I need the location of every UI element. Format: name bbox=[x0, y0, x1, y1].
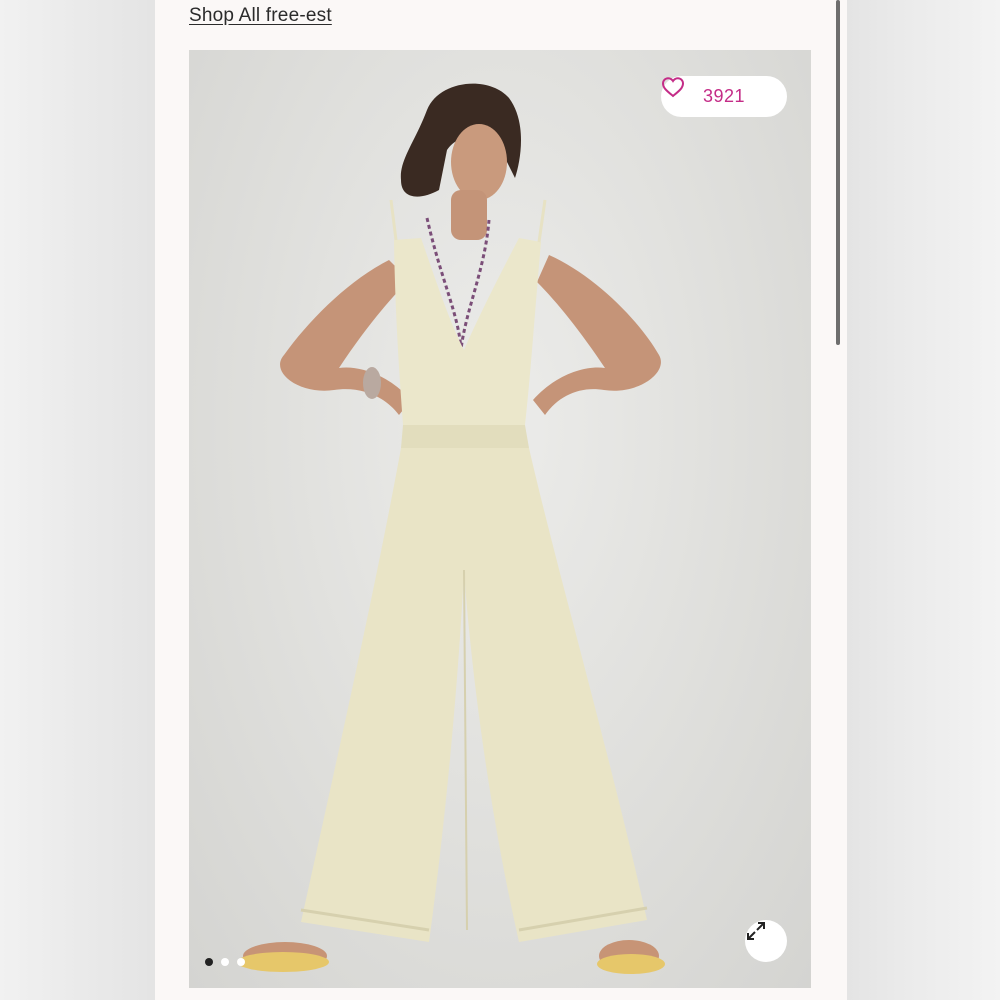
left-backdrop bbox=[0, 0, 155, 1000]
carousel-dots bbox=[205, 958, 245, 966]
carousel-dot-1[interactable] bbox=[205, 958, 213, 966]
scrollbar[interactable] bbox=[836, 0, 840, 345]
expand-arrows-icon bbox=[747, 922, 765, 940]
product-page: Shop All free-est 3921 bbox=[155, 0, 847, 1000]
expand-image-button[interactable] bbox=[745, 920, 787, 962]
favorite-button[interactable]: 3921 bbox=[661, 76, 787, 117]
product-image[interactable]: 3921 bbox=[189, 50, 811, 988]
shop-all-link[interactable]: Shop All free-est bbox=[189, 5, 332, 27]
model-illustration bbox=[237, 83, 665, 974]
heart-icon bbox=[661, 77, 685, 98]
favorite-count: 3921 bbox=[702, 86, 746, 106]
carousel-dot-2[interactable] bbox=[221, 958, 229, 966]
right-backdrop bbox=[847, 0, 1000, 1000]
carousel-dot-3[interactable] bbox=[237, 958, 245, 966]
